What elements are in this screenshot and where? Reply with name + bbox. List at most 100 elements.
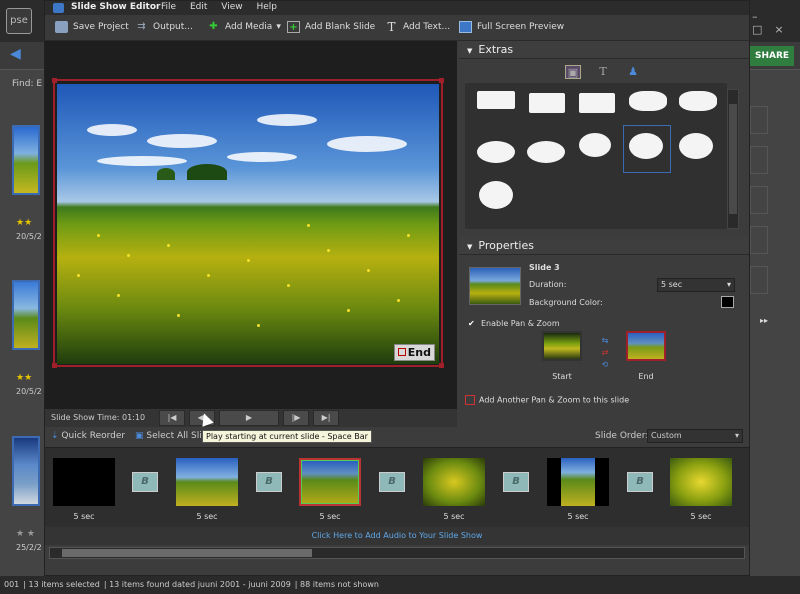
- pan-zoom-end-label: End: [638, 372, 654, 381]
- slide-thumbnail[interactable]: [547, 458, 609, 506]
- slide-duration[interactable]: 5 sec: [53, 512, 115, 521]
- rating-stars[interactable]: ★★: [16, 373, 32, 383]
- rating-stars[interactable]: ★★: [16, 218, 32, 228]
- menu-help[interactable]: Help: [256, 2, 277, 12]
- slide-duration[interactable]: 5 sec: [547, 512, 609, 521]
- menu-view[interactable]: View: [221, 2, 242, 12]
- thought-bubble[interactable]: [527, 141, 565, 163]
- window-controls[interactable]: –□×: [752, 10, 800, 36]
- pan-zoom-end-thumbnail[interactable]: [626, 331, 666, 361]
- pan-zoom-checkbox[interactable]: ✔: [468, 319, 477, 328]
- crop-handle[interactable]: [52, 78, 57, 83]
- organizer-thumbnail[interactable]: [12, 436, 40, 506]
- speech-bubble-rect[interactable]: [529, 93, 565, 113]
- extras-panel-header[interactable]: ▼ Extras: [459, 41, 749, 59]
- organizer-panel-box[interactable]: [750, 146, 768, 174]
- organizer-panel-box[interactable]: [750, 186, 768, 214]
- slide-duration[interactable]: 5 sec: [423, 512, 485, 521]
- oval-bubble[interactable]: [679, 133, 713, 159]
- title-bar: Slide Show Editor File Edit View Help: [45, 1, 749, 15]
- transition-icon[interactable]: B: [503, 472, 529, 492]
- slide-thumbnail[interactable]: [53, 458, 115, 506]
- first-slide-button[interactable]: |◀: [159, 410, 185, 426]
- add-media-label: Add Media: [225, 22, 273, 32]
- slide-duration[interactable]: 5 sec: [670, 512, 732, 521]
- chevron-down-icon[interactable]: ▾: [276, 22, 281, 32]
- share-button[interactable]: SHARE: [750, 46, 794, 66]
- speech-bubble-round[interactable]: [629, 91, 667, 111]
- add-media-button[interactable]: ✚ Add Media ▾: [207, 21, 281, 33]
- add-pan-zoom-label: Add Another Pan & Zoom to this slide: [479, 395, 630, 405]
- next-slide-button[interactable]: |▶: [283, 410, 309, 426]
- cloud-shape: [87, 124, 137, 136]
- slide-thumbnail-selected[interactable]: [299, 458, 361, 506]
- thumbnail-date: 20/5/2: [16, 232, 42, 241]
- slide-order-select[interactable]: Custom: [647, 429, 743, 443]
- transition-icon[interactable]: B: [256, 472, 282, 492]
- save-project-label: Save Project: [73, 22, 129, 32]
- output-icon: ⇉: [137, 21, 146, 32]
- text-tab-icon[interactable]: T: [595, 65, 611, 79]
- transition-icon[interactable]: B: [379, 472, 405, 492]
- transition-icon[interactable]: B: [132, 472, 158, 492]
- save-project-button[interactable]: Save Project: [55, 21, 129, 33]
- slide-duration[interactable]: 5 sec: [176, 512, 238, 521]
- cloud-shape: [257, 114, 317, 126]
- collapse-triangle-icon[interactable]: ▼: [467, 243, 472, 251]
- add-blank-slide-button[interactable]: + Add Blank Slide: [287, 21, 375, 33]
- scrollbar-thumb[interactable]: [729, 104, 737, 214]
- background-color-swatch[interactable]: [721, 296, 734, 308]
- menu-edit[interactable]: Edit: [190, 2, 207, 12]
- end-badge-label: End: [407, 346, 431, 359]
- organizer-thumbnail[interactable]: [12, 280, 40, 350]
- narration-tab-icon[interactable]: ♟: [625, 65, 641, 79]
- cloud-bubble-selected[interactable]: [629, 133, 663, 159]
- menu-bar: File Edit View Help: [161, 2, 288, 12]
- graphics-tab-icon[interactable]: ▣: [565, 65, 581, 79]
- add-audio-link[interactable]: Click Here to Add Audio to Your Slide Sh…: [45, 527, 749, 545]
- add-text-button[interactable]: T Add Text...: [385, 21, 450, 33]
- organizer-thumbnail[interactable]: [12, 125, 40, 195]
- menu-file[interactable]: File: [161, 2, 176, 12]
- full-screen-preview-button[interactable]: Full Screen Preview: [459, 21, 564, 33]
- oval-bubble[interactable]: [479, 181, 513, 209]
- last-slide-button[interactable]: ▶|: [313, 410, 339, 426]
- slide-thumbnail[interactable]: [423, 458, 485, 506]
- thought-bubble[interactable]: [477, 141, 515, 163]
- plus-icon: ✚: [209, 21, 218, 32]
- speech-bubble-rect[interactable]: [579, 93, 615, 113]
- speech-bubble-rect[interactable]: [477, 91, 515, 109]
- next-arrows-icon[interactable]: ▸▸: [760, 316, 768, 325]
- output-button[interactable]: ⇉ Output...: [135, 21, 193, 33]
- transition-icon[interactable]: B: [627, 472, 653, 492]
- filmstrip-scrollbar[interactable]: [49, 547, 745, 559]
- organizer-panel-box[interactable]: [750, 226, 768, 254]
- organizer-panel-box[interactable]: [750, 266, 768, 294]
- pan-zoom-swap-icons[interactable]: ⇆ ⇄ ⟲: [595, 335, 615, 383]
- back-arrow-icon[interactable]: ◀: [10, 46, 30, 64]
- filmstrip: 5 sec B 5 sec B 5 sec B 5 sec B 5 sec B …: [45, 447, 749, 527]
- play-button[interactable]: ▶: [219, 410, 279, 426]
- speech-bubble-round[interactable]: [679, 91, 717, 111]
- pan-zoom-start-thumbnail[interactable]: [542, 331, 582, 361]
- slide-thumbnail[interactable]: [670, 458, 732, 506]
- quick-reorder-button[interactable]: ⇣ Quick Reorder: [51, 431, 125, 441]
- slide-duration[interactable]: 5 sec: [299, 512, 361, 521]
- crop-handle[interactable]: [439, 363, 444, 368]
- monitor-icon: [459, 21, 472, 33]
- toolbar: Save Project ⇉ Output... ✚ Add Media ▾ +…: [45, 15, 749, 41]
- crop-handle[interactable]: [439, 78, 444, 83]
- extras-scrollbar[interactable]: [727, 89, 739, 229]
- rating-stars[interactable]: ★ ★: [16, 529, 35, 539]
- duration-select[interactable]: 5 sec: [657, 278, 735, 292]
- slide-show-editor-window: Slide Show Editor File Edit View Help Sa…: [44, 0, 750, 576]
- slide-thumbnail[interactable]: [176, 458, 238, 506]
- scrollbar-thumb[interactable]: [62, 549, 312, 557]
- cloud-bubble[interactable]: [579, 133, 611, 157]
- add-pan-zoom-link[interactable]: Add Another Pan & Zoom to this slide: [465, 395, 629, 405]
- slide-image: [301, 460, 359, 504]
- collapse-triangle-icon[interactable]: ▼: [467, 47, 472, 55]
- preview-frame[interactable]: End: [52, 78, 444, 368]
- properties-panel-header[interactable]: ▼ Properties: [459, 237, 749, 255]
- organizer-panel-box[interactable]: [750, 106, 768, 134]
